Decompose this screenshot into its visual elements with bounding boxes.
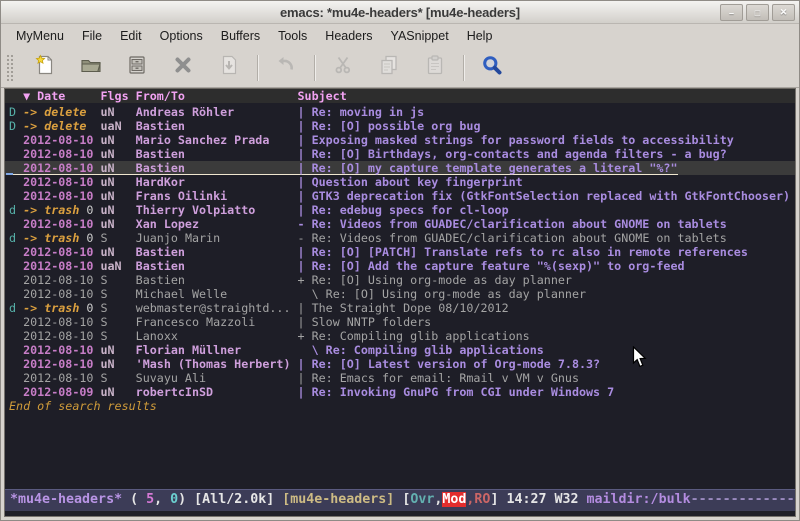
menu-item-help[interactable]: Help (458, 26, 502, 46)
message-row[interactable]: 2012-08-10 S Francesco Mazzoli | Slow NN… (5, 315, 795, 329)
modeline-segment-dashes: -------------------------------- (691, 492, 795, 507)
message-row[interactable]: 2012-08-10 uaN Bastien | Re: [O] Add the… (5, 259, 795, 273)
message-row[interactable]: 2012-08-10 S Michael Welle \ Re: [O] Usi… (5, 287, 795, 301)
toolbar-separator (257, 55, 258, 81)
undo-icon (274, 53, 298, 82)
new-document-icon (33, 53, 57, 82)
search-button[interactable] (469, 52, 515, 84)
modeline: *mu4e-headers* ( 5, 0) [All/2.0k] [mu4e-… (5, 489, 795, 511)
modeline-segment-mod: Mod (442, 492, 466, 507)
message-row[interactable]: d -> trash 0 S webmaster@straightd... | … (5, 301, 795, 315)
end-of-results: End of search results (5, 399, 795, 413)
message-row[interactable]: 2012-08-09 uN robertcInSD | Re: Invoking… (5, 385, 795, 399)
modeline-segment-plain: 14:27 W32 (506, 492, 586, 507)
message-row[interactable]: 2012-08-10 uN Frans Oilinki | GTK3 depre… (5, 189, 795, 203)
undo-button (263, 52, 309, 84)
modeline-segment-folder: maildir:/bulk (587, 492, 691, 507)
copy-icon (377, 53, 401, 82)
modeline-segment-buffer: *mu4e-headers* (10, 492, 122, 507)
close-button[interactable]: ✕ (772, 4, 795, 21)
menu-item-headers[interactable]: Headers (316, 26, 381, 46)
menu-item-options[interactable]: Options (151, 26, 212, 46)
menu-item-edit[interactable]: Edit (111, 26, 151, 46)
message-row[interactable]: 2012-08-10 uN Bastien | Re: [O] Birthday… (5, 147, 795, 161)
message-row[interactable]: 2012-08-10 uN Bastien | Re: [O] [PATCH] … (5, 245, 795, 259)
modeline-segment-plain: , (154, 492, 170, 507)
modeline-segment-col: 0 (170, 492, 178, 507)
paste-button (412, 52, 458, 84)
message-row[interactable]: 2012-08-10 uN 'Mash (Thomas Herbert) | R… (5, 357, 795, 371)
window-title: emacs: *mu4e-headers* [mu4e-headers] (280, 5, 520, 20)
mu4e-headers-buffer: ▼ Date Flgs From/To Subject D -> delete … (4, 88, 796, 517)
open-button[interactable] (68, 52, 114, 84)
message-row[interactable]: 2012-08-10 S Bastien + Re: [O] Using org… (5, 273, 795, 287)
menu-item-buffers[interactable]: Buffers (212, 26, 269, 46)
message-row[interactable]: d -> trash 0 S Juanjo Marin - Re: Videos… (5, 231, 795, 245)
maximize-button[interactable]: □ (746, 4, 769, 21)
message-row[interactable]: 2012-08-10 S Lanoxx + Re: Compiling glib… (5, 329, 795, 343)
cut-button (320, 52, 366, 84)
toolbar-separator (314, 55, 315, 81)
menu-item-mymenu[interactable]: MyMenu (7, 26, 73, 46)
modeline-segment-plain: ( (122, 492, 146, 507)
message-row[interactable]: 2012-08-10 uN Florian Müllner \ Re: Comp… (5, 343, 795, 357)
save-as-button (206, 52, 252, 84)
message-row[interactable]: 2012-08-10 uN HardKor | Question about k… (5, 175, 795, 189)
modeline-segment-plain: ] (490, 492, 506, 507)
message-row[interactable]: 2012-08-10 uN Mario Sanchez Prada | Expo… (5, 133, 795, 147)
modeline-segment-ovr: Ovr (410, 492, 434, 507)
paste-icon (423, 53, 447, 82)
menubar: MyMenuFileEditOptionsBuffersToolsHeaders… (1, 24, 799, 48)
message-row[interactable]: 2012-08-10 S Suvayu Ali | Re: Emacs for … (5, 371, 795, 385)
search-icon (480, 53, 504, 82)
titlebar[interactable]: emacs: *mu4e-headers* [mu4e-headers] –□✕ (1, 1, 799, 24)
toolbar-separator (463, 55, 464, 81)
new-button[interactable] (22, 52, 68, 84)
message-list: D -> delete uN Andreas Röhler | Re: movi… (5, 103, 795, 399)
close-icon (171, 53, 195, 82)
minimize-button[interactable]: – (720, 4, 743, 21)
cut-icon (331, 53, 355, 82)
modeline-segment-plain: [ (394, 492, 410, 507)
toolbar (1, 48, 799, 88)
emacs-window: emacs: *mu4e-headers* [mu4e-headers] –□✕… (0, 0, 800, 521)
modeline-segment-mode: [mu4e-headers] (282, 492, 394, 507)
menu-item-yasnippet[interactable]: YASnippet (382, 26, 458, 46)
save-icon (125, 53, 149, 82)
message-row[interactable]: D -> delete uN Andreas Röhler | Re: movi… (5, 105, 795, 119)
echo-area (5, 511, 795, 516)
modeline-segment-plain: ) (178, 492, 194, 507)
modeline-segment-plain: [All/2.0k] (194, 492, 282, 507)
open-folder-icon (79, 53, 103, 82)
message-row[interactable]: d -> trash 0 uN Thierry Volpiatto | Re: … (5, 203, 795, 217)
toolbar-drag-handle[interactable] (6, 54, 14, 82)
save-button[interactable] (114, 52, 160, 84)
header-line[interactable]: ▼ Date Flgs From/To Subject (5, 89, 795, 103)
modeline-segment-ro: ,RO (466, 492, 490, 507)
message-row[interactable]: D -> delete uaN Bastien | Re: [O] possib… (5, 119, 795, 133)
copy-button (366, 52, 412, 84)
close-buffer-button[interactable] (160, 52, 206, 84)
message-row[interactable]: 2012-08-10 uN Bastien | Re: [O] my captu… (5, 161, 795, 175)
save-as-icon (217, 53, 241, 82)
message-row[interactable]: 2012-08-10 uN Xan Lopez - Re: Videos fro… (5, 217, 795, 231)
empty-buffer-space (5, 413, 795, 489)
menu-item-file[interactable]: File (73, 26, 111, 46)
modeline-segment-line: 5 (146, 492, 154, 507)
window-controls: –□✕ (720, 4, 795, 21)
menu-item-tools[interactable]: Tools (269, 26, 316, 46)
